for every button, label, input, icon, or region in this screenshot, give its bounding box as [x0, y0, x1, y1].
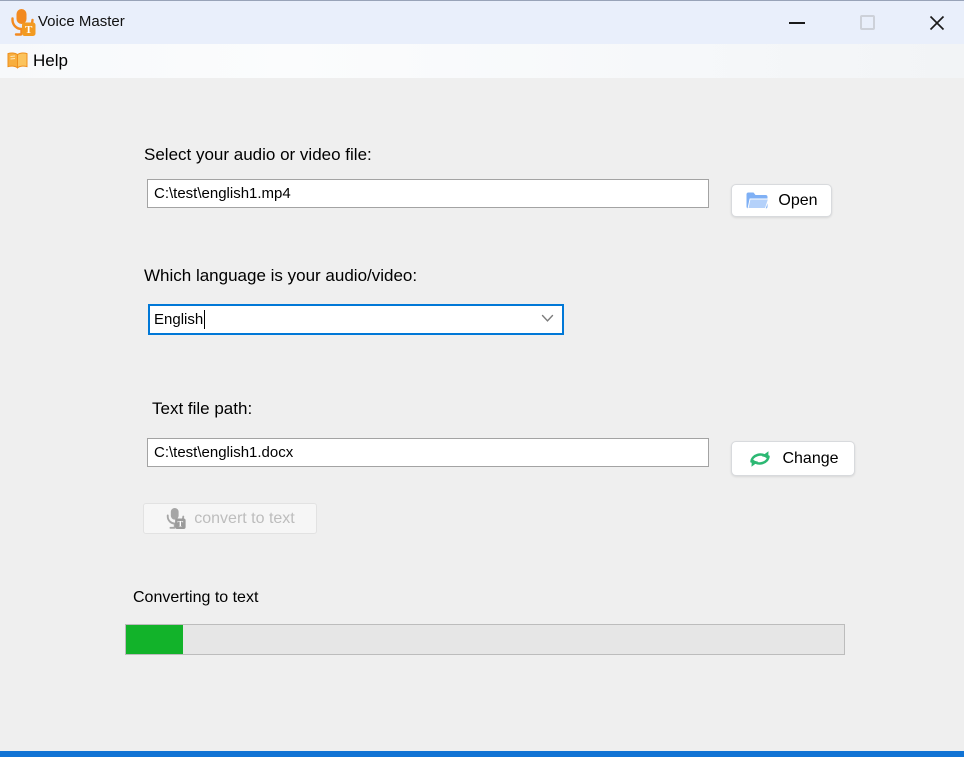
maximize-button[interactable] — [844, 1, 890, 44]
menu-item-help[interactable]: Help — [2, 48, 76, 74]
progress-fill — [126, 625, 183, 654]
progress-bar — [125, 624, 845, 655]
change-button-label: Change — [782, 450, 838, 468]
language-value: English — [154, 311, 203, 328]
maximize-icon — [860, 15, 875, 30]
chevron-down-icon — [541, 314, 554, 323]
microphone-text-icon: T — [9, 8, 36, 37]
minimize-icon — [789, 22, 805, 24]
language-label: Which language is your audio/video: — [144, 266, 417, 286]
close-icon — [929, 15, 945, 31]
change-button[interactable]: Change — [731, 441, 855, 476]
progress-status-label: Converting to text — [133, 589, 258, 607]
book-icon — [7, 52, 28, 70]
sync-arrows-icon — [747, 448, 773, 470]
folder-open-icon — [745, 191, 769, 210]
menu-item-label: Help — [33, 51, 68, 71]
open-button[interactable]: Open — [731, 184, 832, 217]
convert-button-label: convert to text — [194, 510, 295, 528]
taskbar-strip — [0, 751, 964, 757]
text-file-path-label: Text file path: — [152, 399, 252, 419]
text-caret — [204, 310, 205, 329]
minimize-button[interactable] — [774, 1, 820, 44]
convert-to-text-button[interactable]: T convert to text — [143, 503, 317, 534]
microphone-text-icon: T — [165, 507, 186, 530]
close-button[interactable] — [914, 1, 960, 44]
titlebar: T Voice Master — [0, 1, 964, 44]
file-select-label: Select your audio or video file: — [144, 145, 372, 165]
language-combobox[interactable]: English — [148, 304, 564, 335]
open-button-label: Open — [778, 192, 817, 210]
menubar: Help — [0, 44, 964, 78]
voice-master-window: T Voice Master Help Sel — [0, 0, 964, 757]
svg-text:T: T — [178, 519, 184, 529]
window-title: Voice Master — [38, 13, 125, 30]
output-path-input[interactable] — [147, 438, 709, 467]
svg-text:T: T — [25, 24, 33, 36]
file-path-input[interactable] — [147, 179, 709, 208]
